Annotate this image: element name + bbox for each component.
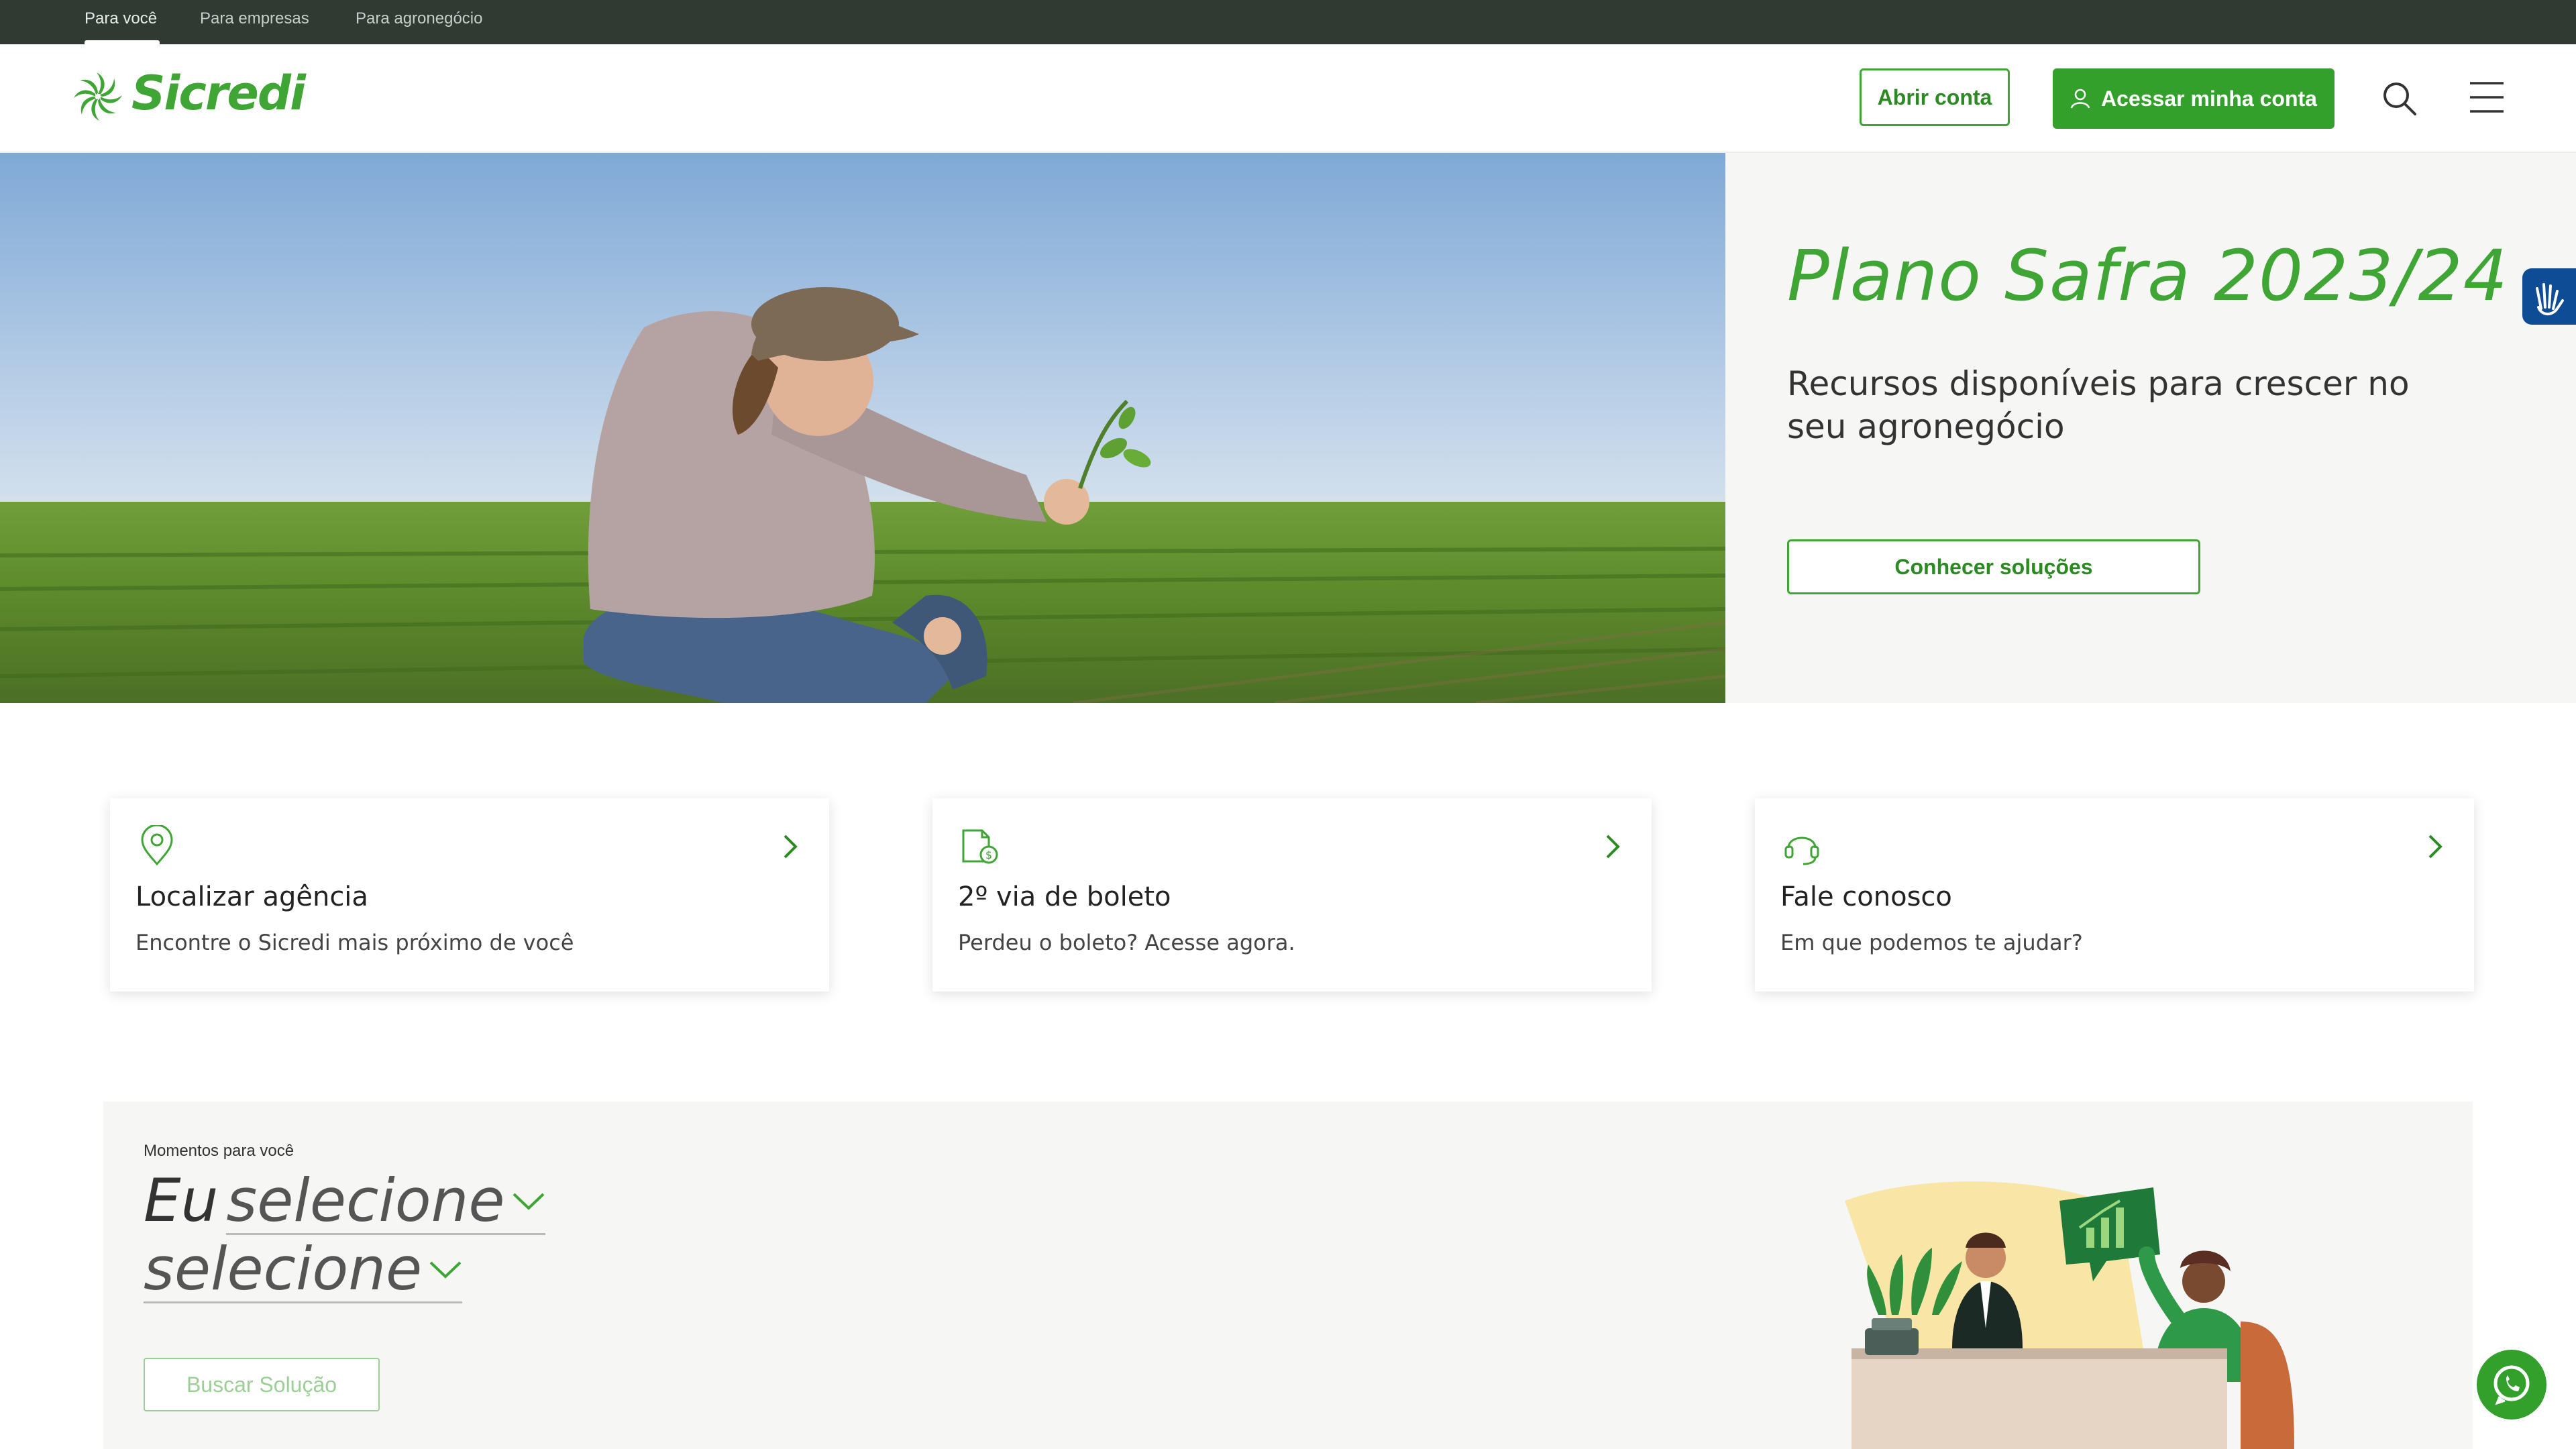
headset-icon (1784, 837, 1819, 865)
chevron-right-icon (2428, 835, 2443, 859)
chevron-down-icon (429, 1261, 462, 1279)
moments-prefix: Eu (144, 1166, 219, 1235)
card-title: Localizar agência (136, 881, 368, 912)
card-title: 2º via de boleto (958, 881, 1171, 912)
hero-subtitle: Recursos disponíveis para crescer no seu… (1787, 364, 2410, 446)
moments-label: Momentos para você (144, 1142, 294, 1160)
location-pin-icon (141, 825, 173, 866)
card-description: Encontre o Sicredi mais próximo de você (136, 930, 574, 955)
user-icon (2070, 89, 2090, 109)
segment-link-para-agronegocio[interactable]: Para agronegócio (356, 9, 482, 28)
access-account-button[interactable]: Acessar minha conta (2053, 68, 2334, 129)
hero-title: Plano Safra 2023/24 (1787, 235, 2508, 317)
moments-sentence-line-2: selecione (144, 1234, 463, 1303)
moment-select-2[interactable]: selecione (144, 1234, 463, 1303)
access-account-label: Acessar minha conta (2101, 86, 2317, 111)
hero-cta-button[interactable]: Conhecer soluções (1787, 539, 2200, 594)
moments-sentence-line-1: Eu selecione (144, 1166, 545, 1235)
card-description: Perdeu o boleto? Acesse agora. (958, 930, 1295, 955)
search-solution-button[interactable]: Buscar Solução (144, 1358, 380, 1411)
select-value: selecione (144, 1234, 423, 1303)
boleto-document-icon: $ (962, 829, 998, 864)
moment-select-1[interactable]: selecione (226, 1169, 545, 1235)
card-fale-conosco[interactable]: Fale conosco Em que podemos te ajudar? (1755, 798, 2474, 991)
card-title: Fale conosco (1780, 881, 1952, 912)
hamburger-menu-icon[interactable] (2469, 80, 2505, 114)
whatsapp-chat-button[interactable] (2477, 1350, 2546, 1419)
chevron-down-icon (513, 1193, 544, 1210)
segment-link-para-voce[interactable]: Para você (85, 9, 157, 28)
sicredi-logo-text[interactable]: Sicredi (131, 66, 306, 121)
select-value: selecione (226, 1166, 505, 1235)
sign-language-hand-icon (2536, 283, 2564, 315)
sicredi-logo-icon[interactable] (72, 71, 123, 122)
card-description: Em que podemos te ajudar? (1780, 930, 2083, 955)
card-localizar-agencia[interactable]: Localizar agência Encontre o Sicredi mai… (110, 798, 829, 991)
card-segunda-via-boleto[interactable]: $ 2º via de boleto Perdeu o boleto? Aces… (932, 798, 1652, 991)
svg-text:$: $ (985, 849, 992, 861)
chevron-right-icon (1606, 835, 1620, 859)
hero-image-farmer-field (0, 153, 1725, 703)
segment-link-para-empresas[interactable]: Para empresas (200, 9, 309, 28)
advisor-meeting-illustration (1845, 1181, 2294, 1449)
open-account-button[interactable]: Abrir conta (1860, 68, 2010, 126)
accessibility-tab[interactable] (2522, 268, 2576, 325)
whatsapp-icon (2493, 1365, 2530, 1405)
search-icon[interactable] (2381, 80, 2418, 117)
hero-illustration (0, 153, 1725, 703)
chevron-right-icon (784, 835, 798, 859)
